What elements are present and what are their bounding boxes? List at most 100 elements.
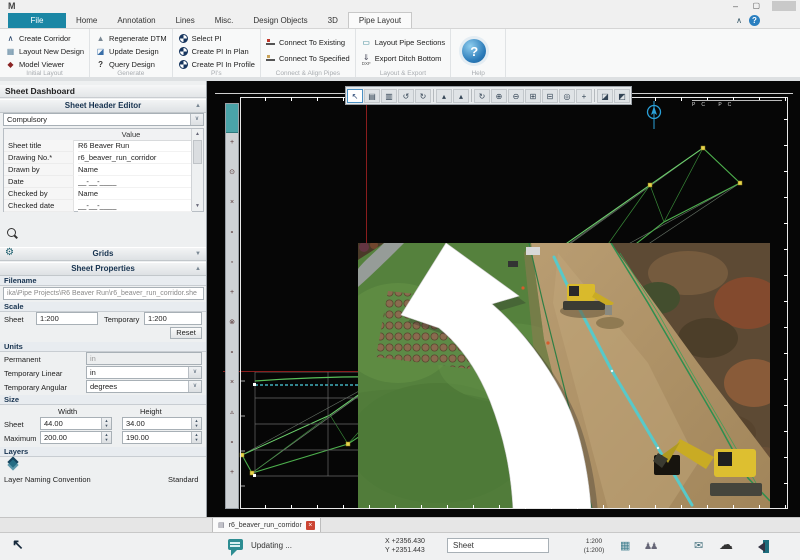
snap-tool-icon[interactable]: ×: [226, 196, 238, 209]
snap-tool-icon[interactable]: ∘: [226, 226, 238, 239]
layer-naming-value[interactable]: Standard: [168, 475, 198, 484]
undo-button[interactable]: ↺: [398, 89, 414, 103]
snap-tool-icon[interactable]: ∘: [226, 346, 238, 359]
export-grid-icon[interactable]: ▦: [620, 539, 630, 552]
layout-new-design-button[interactable]: ▦Layout New Design: [5, 45, 84, 58]
select-pi-button[interactable]: Select PI: [178, 32, 255, 45]
refresh-button[interactable]: ↻: [474, 89, 490, 103]
tab-misc[interactable]: Misc.: [205, 13, 244, 28]
regenerate-dtm-button[interactable]: ▲Regenerate DTM: [95, 32, 167, 45]
zoom-window-button[interactable]: ⊞: [525, 89, 541, 103]
cad-viewport[interactable]: PC PC ↖ ▤ ▥ ↺ ↻ ▴ ▴ ↻ ⊕ ⊖ ⊞: [207, 81, 800, 517]
tab-home[interactable]: Home: [66, 13, 107, 28]
create-pi-in-plan-button[interactable]: Create PI In Plan: [178, 45, 255, 58]
document-tab[interactable]: ▤ r6_beaver_run_corridor ×: [212, 518, 321, 533]
spinner-arrows-icon[interactable]: ▲▼: [101, 432, 111, 443]
pan-button[interactable]: +: [576, 89, 592, 103]
snap-toolbar-header[interactable]: [226, 104, 238, 133]
cloud-icon[interactable]: ☁: [719, 536, 733, 553]
snap-tool-icon[interactable]: ⊗: [226, 316, 238, 329]
header-filter-dropdown[interactable]: Compulsory∨: [3, 113, 204, 126]
sheet-scale-field[interactable]: 1:200: [36, 312, 98, 325]
redo-button[interactable]: ↻: [415, 89, 431, 103]
corner-tool-button[interactable]: ◩: [614, 89, 630, 103]
filename-field[interactable]: ika\Pipe Projects\R6 Beaver Run\r6_beave…: [3, 287, 204, 300]
tab-3d[interactable]: 3D: [318, 13, 348, 28]
layout-pipe-sections-button[interactable]: ▭Layout Pipe Sections: [361, 36, 445, 49]
spinner-arrows-icon[interactable]: ▲▼: [191, 418, 201, 429]
sheet-width-stepper[interactable]: 44.00▲▼: [40, 417, 112, 430]
reset-button[interactable]: Reset: [170, 327, 202, 339]
table-scrollbar[interactable]: ▲ ▼: [191, 129, 203, 211]
zoom-in-button[interactable]: ⊕: [491, 89, 507, 103]
snap-tool-icon[interactable]: +: [226, 286, 238, 299]
layers-icon[interactable]: [8, 457, 21, 470]
connect-to-existing-button[interactable]: Connect To Existing: [266, 36, 350, 49]
chevron-down-icon[interactable]: ∨: [190, 114, 203, 125]
table-row[interactable]: Drawing No.*r6_beaver_run_corridor: [4, 152, 192, 164]
tab-design-objects[interactable]: Design Objects: [243, 13, 317, 28]
chevron-down-icon[interactable]: ∨: [188, 367, 201, 378]
zoom-out-button[interactable]: ⊖: [508, 89, 524, 103]
snap-tool-icon[interactable]: ▫: [226, 256, 238, 269]
temporary-scale-field[interactable]: 1:200: [144, 312, 202, 325]
snap-tool-icon[interactable]: +: [226, 136, 238, 149]
temporary-angular-select[interactable]: degrees∨: [86, 380, 202, 393]
zoom-previous-button[interactable]: ⊟: [542, 89, 558, 103]
zoom-selected-button[interactable]: ◪: [597, 89, 613, 103]
collapse-icon[interactable]: ▲: [195, 100, 201, 112]
exit-icon[interactable]: [752, 540, 769, 553]
grids-header[interactable]: Grids▼: [0, 247, 206, 261]
search-icon[interactable]: [7, 228, 16, 237]
update-design-button[interactable]: ◪Update Design: [95, 45, 167, 58]
sheet-properties-header[interactable]: Sheet Properties▲: [0, 262, 206, 276]
table-row[interactable]: Sheet titleR6 Beaver Run: [4, 140, 192, 152]
tab-pipe-layout[interactable]: Pipe Layout: [348, 12, 412, 28]
table-row[interactable]: Drawn byName: [4, 164, 192, 176]
collapse-icon[interactable]: ▼: [195, 248, 201, 260]
maximum-height-stepper[interactable]: 190.00▲▼: [122, 431, 202, 444]
raise-top-button[interactable]: ▴: [453, 89, 469, 103]
snap-tool-icon[interactable]: ⊙: [226, 166, 238, 179]
spinner-arrows-icon[interactable]: ▲▼: [191, 432, 201, 443]
table-row[interactable]: Checked byName: [4, 188, 192, 200]
help-button[interactable]: ?: [462, 39, 486, 63]
export-ditch-bottom-button[interactable]: ⇓DXFExport Ditch Bottom: [361, 52, 445, 65]
spinner-arrows-icon[interactable]: ▲▼: [101, 418, 111, 429]
help-icon[interactable]: ?: [749, 15, 760, 26]
collapse-icon[interactable]: ▲: [195, 263, 201, 275]
close-button[interactable]: [772, 1, 796, 11]
maximize-button[interactable]: ▢: [752, 0, 760, 12]
maximum-width-stepper[interactable]: 200.00▲▼: [40, 431, 112, 444]
table-row[interactable]: Date__-__-____: [4, 176, 192, 188]
save-as-button[interactable]: ▥: [381, 89, 397, 103]
snap-tool-icon[interactable]: ▵: [226, 406, 238, 419]
collapse-ribbon-icon[interactable]: ∧: [736, 16, 742, 25]
collaborate-icon[interactable]: ♟♟: [644, 541, 656, 552]
tab-lines[interactable]: Lines: [166, 13, 205, 28]
snap-tool-icon[interactable]: ∘: [226, 436, 238, 449]
close-tab-icon[interactable]: ×: [306, 521, 315, 530]
chevron-down-icon[interactable]: ∨: [188, 381, 201, 392]
gear-icon[interactable]: ⚙: [5, 247, 14, 259]
tab-annotation[interactable]: Annotation: [107, 13, 165, 28]
scroll-up-icon[interactable]: ▲: [192, 129, 203, 139]
mail-icon[interactable]: ✉: [694, 539, 703, 552]
create-corridor-button[interactable]: ∧Create Corridor: [5, 32, 84, 45]
scrollbar-thumb[interactable]: [193, 140, 202, 164]
table-row[interactable]: Checked date__-__-____: [4, 200, 192, 212]
select-tool-button[interactable]: ↖: [347, 89, 363, 103]
sheet-height-stepper[interactable]: 34.00▲▼: [122, 417, 202, 430]
zoom-extents-button[interactable]: ◎: [559, 89, 575, 103]
save-button[interactable]: ▤: [364, 89, 380, 103]
snap-tool-icon[interactable]: +: [226, 466, 238, 479]
snap-tool-icon[interactable]: ×: [226, 376, 238, 389]
minimize-button[interactable]: –: [733, 0, 738, 12]
tab-file[interactable]: File: [8, 13, 66, 28]
connect-to-specified-button[interactable]: Connect To Specified: [266, 52, 350, 65]
scroll-down-icon[interactable]: ▼: [192, 201, 203, 211]
raise-view-button[interactable]: ▴: [436, 89, 452, 103]
temporary-linear-select[interactable]: in∨: [86, 366, 202, 379]
mode-select[interactable]: Sheet: [447, 538, 549, 553]
sheet-header-editor-header[interactable]: Sheet Header Editor▲: [0, 99, 206, 113]
